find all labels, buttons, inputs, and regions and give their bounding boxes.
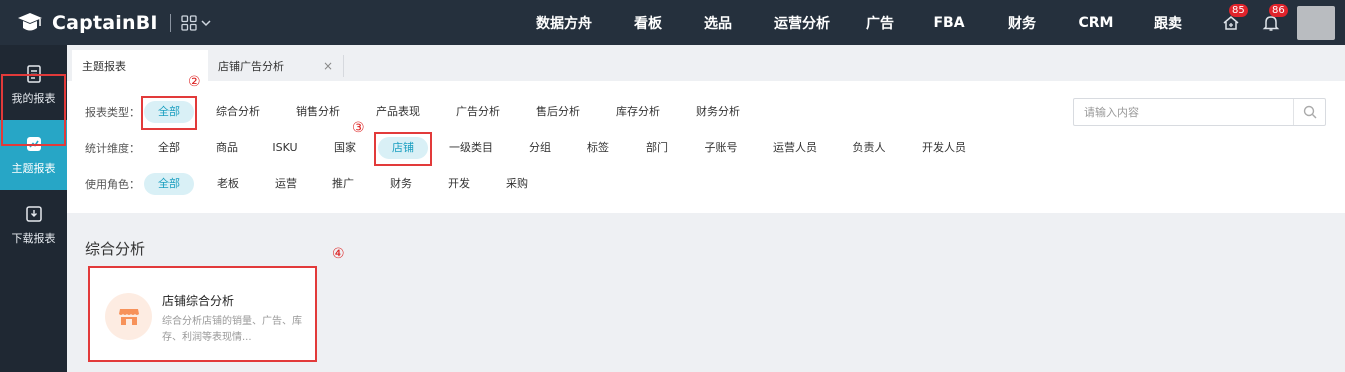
filter-panel: 报表类型： 全部 综合分析 销售分析 产品表现 广告分析 售后分析 库存分析 财… (67, 81, 1345, 213)
top-navbar: CaptainBI 数据方舟 看板 选品 运营分析 广告 FBA 财务 CRM … (0, 0, 1345, 45)
nav-item-data-ark[interactable]: 数据方舟 (520, 0, 608, 45)
grid-icon (181, 14, 197, 31)
home-notification-button[interactable]: 85 (1219, 3, 1248, 35)
logo[interactable]: CaptainBI (16, 11, 158, 35)
sidebar-item-download-reports[interactable]: 下载报表 (0, 190, 67, 260)
nav-item-follow-sell[interactable]: 跟卖 (1142, 0, 1194, 45)
filter-type-comprehensive[interactable]: 综合分析 (210, 101, 266, 123)
sidebar-item-label: 我的报表 (11, 92, 56, 105)
close-icon[interactable]: × (323, 59, 333, 73)
bell-badge: 86 (1269, 3, 1288, 17)
store-icon (105, 293, 152, 340)
filter-type-all[interactable]: 全部 (144, 101, 194, 123)
filter-dim-country[interactable]: 国家 (323, 137, 367, 159)
download-report-icon (25, 206, 42, 222)
filter-dim-product[interactable]: 商品 (205, 137, 249, 159)
divider (169, 13, 171, 32)
filter-dim-department[interactable]: 部门 (635, 137, 679, 159)
filter-role-operations[interactable]: 运营 (264, 173, 308, 195)
filter-dim-category[interactable]: 一级类目 (443, 137, 499, 159)
filter-row-role: 使用角色： (85, 173, 143, 195)
annotation-marker-3: ③ (352, 120, 365, 136)
sidebar: 我的报表 主题报表 下载报表 (0, 45, 67, 372)
filter-role-finance[interactable]: 财务 (379, 173, 423, 195)
filter-dim-store[interactable]: 店铺 (378, 137, 428, 159)
sidebar-item-my-reports[interactable]: 我的报表 (0, 50, 67, 120)
report-icon (26, 65, 41, 83)
sidebar-item-label: 下载报表 (11, 232, 56, 245)
nav-item-finance[interactable]: 财务 (994, 0, 1050, 45)
apps-menu[interactable] (181, 14, 211, 31)
nav-item-fba[interactable]: FBA (904, 0, 994, 45)
nav-item-crm[interactable]: CRM (1050, 0, 1142, 45)
search-icon (1303, 105, 1316, 119)
tab-bar: 主题报表 店铺广告分析 × (67, 45, 1345, 81)
chevron-down-icon (201, 19, 211, 26)
filter-role-boss[interactable]: 老板 (206, 173, 250, 195)
filter-type-aftersales[interactable]: 售后分析 (530, 101, 586, 123)
filter-row-report-type: 报表类型： (85, 101, 143, 123)
filter-dim-developer[interactable]: 开发人员 (916, 137, 972, 159)
filter-dim-isku[interactable]: ISKU (263, 137, 307, 159)
report-card-store-analysis[interactable]: 店铺综合分析 综合分析店铺的销量、广告、库存、利润等表现情... (88, 266, 317, 362)
filter-role-developer[interactable]: 开发 (437, 173, 481, 195)
search-button[interactable] (1293, 99, 1325, 125)
filter-dim-all[interactable]: 全部 (147, 137, 191, 159)
filter-type-sales[interactable]: 销售分析 (290, 101, 346, 123)
filter-role-all[interactable]: 全部 (144, 173, 194, 195)
avatar[interactable] (1297, 5, 1335, 40)
filter-type-finance[interactable]: 财务分析 (690, 101, 746, 123)
filter-dim-operator[interactable]: 运营人员 (767, 137, 823, 159)
filter-label: 使用角色： (85, 178, 140, 191)
nav-item-product-selection[interactable]: 选品 (688, 0, 748, 45)
annotation-marker-4: ④ (332, 246, 345, 262)
logo-icon (16, 11, 44, 35)
filter-role-promotion[interactable]: 推广 (321, 173, 365, 195)
tab-store-ad-analysis[interactable]: 店铺广告分析 × (218, 55, 344, 77)
annotation-marker-2: ② (188, 74, 201, 90)
filter-type-ads[interactable]: 广告分析 (450, 101, 506, 123)
filter-dim-subaccount[interactable]: 子账号 (693, 137, 749, 159)
main-nav: 数据方舟 看板 选品 运营分析 广告 FBA 财务 CRM 跟卖 (520, 0, 1194, 45)
filter-type-inventory[interactable]: 库存分析 (610, 101, 666, 123)
filter-row-dimension: 统计维度： (85, 137, 143, 159)
search-input[interactable] (1074, 100, 1292, 124)
filter-type-product[interactable]: 产品表现 (370, 101, 426, 123)
bell-notification-button[interactable]: 86 (1259, 3, 1288, 35)
nav-item-operations-analysis[interactable]: 运营分析 (748, 0, 856, 45)
sidebar-item-theme-reports[interactable]: 主题报表 (0, 120, 67, 190)
home-badge: 85 (1229, 3, 1248, 17)
card-title: 店铺综合分析 (162, 294, 235, 308)
filter-dim-group[interactable]: 分组 (518, 137, 562, 159)
nav-item-ads[interactable]: 广告 (856, 0, 904, 45)
filter-label: 报表类型： (85, 106, 140, 119)
tab-label: 店铺广告分析 (218, 60, 284, 73)
search-box (1073, 98, 1326, 126)
section-title: 综合分析 (85, 240, 146, 258)
filter-role-purchasing[interactable]: 采购 (495, 173, 539, 195)
filter-label: 统计维度： (85, 142, 140, 155)
card-description: 综合分析店铺的销量、广告、库存、利润等表现情... (162, 316, 302, 343)
tab-label: 主题报表 (82, 59, 126, 73)
top-right-tools: 85 86 (1219, 0, 1335, 45)
theme-report-icon (26, 137, 41, 151)
filter-dim-owner[interactable]: 负责人 (845, 137, 893, 159)
nav-item-dashboard[interactable]: 看板 (608, 0, 688, 45)
sidebar-item-label: 主题报表 (11, 162, 56, 175)
brand-name: CaptainBI (52, 11, 158, 34)
filter-dim-tag[interactable]: 标签 (576, 137, 620, 159)
